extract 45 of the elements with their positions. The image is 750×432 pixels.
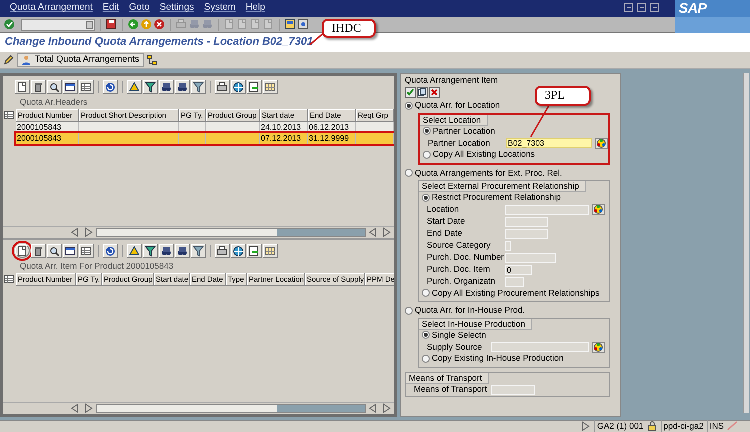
field-label: Purch. Organizatn <box>427 275 497 288</box>
field-label: Purch. Doc. Item <box>427 263 492 276</box>
grid-caption: Quota Ar.Headers <box>19 96 89 109</box>
panel-title: Quota Arrangement Item <box>405 75 500 86</box>
menu-item[interactable]: Edit <box>102 1 120 16</box>
field-label: Start Date <box>427 215 466 228</box>
group-title: Means of Transport <box>406 372 490 384</box>
callout-label: IHDC <box>322 19 376 38</box>
sap-logo: SAP <box>675 0 750 17</box>
radio-label: Copy All Existing Locations <box>433 148 536 162</box>
field-label: Means of Transport <box>414 383 488 396</box>
menu-item[interactable]: Quota Arrangement <box>10 1 93 16</box>
radio-label: Quota Arr. for Location <box>415 99 500 112</box>
radio-label: Partner Location <box>433 124 496 138</box>
radio-label: Restrict Procurement Relationship <box>432 191 561 204</box>
table-cell: 07.12.2013 <box>260 133 308 144</box>
menu-item[interactable]: Help <box>246 1 266 16</box>
menu-item[interactable]: Goto <box>129 1 150 16</box>
callout-label: 3PL <box>535 86 591 106</box>
grid-caption: Quota Arr. Item For Product 2000105843 <box>19 260 175 273</box>
menu-item[interactable]: System <box>204 1 236 16</box>
field-label: Source Category <box>427 239 492 252</box>
radio-label: Copy All Existing Procurement Relationships <box>432 286 600 300</box>
server-name: ppd-ci-ga2 <box>660 420 704 432</box>
table-cell: 2000105843 <box>16 133 79 144</box>
group-title: Select In-House Production <box>419 318 532 330</box>
group-title: Select Location <box>420 114 488 126</box>
radio-label: Quota Arrangements for Ext. Proc. Rel. <box>415 166 562 180</box>
radio-label: Quota Arr. for In-House Prod. <box>415 304 526 318</box>
radio-label: Copy Existing In-House Production <box>432 352 564 366</box>
field-label: Purch. Doc. Number <box>427 251 505 264</box>
input-field[interactable]: B02_7303 <box>506 138 592 148</box>
group-title: Select External Procurement Relationship <box>419 181 586 192</box>
screen-title: Change Inbound Quota Arrangements - Location B02_7301 <box>5 35 314 50</box>
field-label: Location <box>427 203 460 216</box>
field-label: End Date <box>427 227 464 240</box>
insert-mode: INS <box>706 420 724 432</box>
input-field[interactable]: 0 <box>505 264 532 274</box>
field-label: Supply Source <box>427 340 484 354</box>
table-cell: 31.12.9999 <box>308 133 356 144</box>
total-quota-button[interactable]: Total Quota Arrangements <box>17 53 144 67</box>
menu-item[interactable]: Settings <box>160 1 194 16</box>
field-label: Partner Location <box>428 136 492 150</box>
radio-label: Single Selectn <box>432 328 486 342</box>
system-info: GA2 (1) 001 <box>594 420 644 432</box>
